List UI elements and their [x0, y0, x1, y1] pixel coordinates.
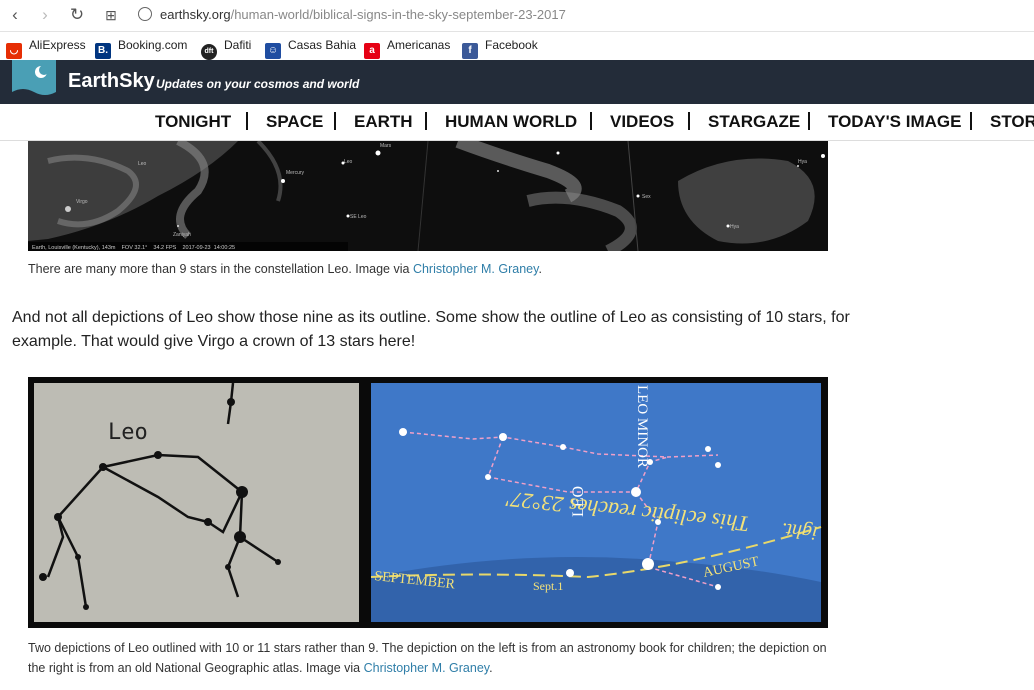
sky-label: Mars: [380, 143, 392, 149]
figure-leo-comparison: Leo LEO LEO MINOR This ecliptic reaches …: [28, 377, 828, 628]
sky-label: Zaniyah: [173, 232, 191, 238]
leo-comparison-image: Leo LEO LEO MINOR This ecliptic reaches …: [34, 382, 822, 622]
nav-divider: [334, 112, 336, 130]
sky-label: Hya: [798, 159, 807, 165]
americanas-icon: a: [364, 43, 380, 59]
apps-grid-icon[interactable]: ⊞: [100, 4, 122, 26]
browser-toolbar: ‹ › ↻ ⊞ earthsky.org/human-world/biblica…: [0, 0, 1034, 32]
sky-label: SE Leo: [350, 214, 367, 220]
sky-label: Leo: [138, 161, 147, 167]
nav-videos[interactable]: VIDEOS: [610, 112, 674, 132]
sky-label: Hya: [730, 224, 739, 230]
forward-icon[interactable]: ›: [34, 4, 56, 26]
nav-human-world[interactable]: HUMAN WORLD: [445, 112, 577, 132]
moon-logo-icon: [12, 65, 56, 104]
article-paragraph: And not all depictions of Leo show those…: [12, 309, 850, 350]
casas-bahia-icon: ☺: [265, 43, 281, 59]
nav-stargaze[interactable]: STARGAZE: [708, 112, 800, 132]
back-icon[interactable]: ‹: [4, 4, 26, 26]
atlas-light-label: ight.: [780, 518, 818, 544]
nav-space[interactable]: SPACE: [266, 112, 323, 132]
main-nav: TONIGHT SPACE EARTH HUMAN WORLD VIDEOS S…: [0, 104, 1034, 141]
sky-chart-image: Leo Mercury Mars Leo Sex Hya SE Leo Zani…: [28, 141, 825, 251]
earthsky-logo[interactable]: [12, 60, 56, 104]
nav-stories[interactable]: STOR: [990, 112, 1034, 132]
caption-link-graney[interactable]: Christopher M. Graney: [413, 262, 539, 276]
url-text: earthsky.org/human-world/biblical-signs-…: [160, 7, 566, 22]
atlas-leo-minor-label: LEO MINOR: [634, 385, 650, 468]
bookmark-dafiti[interactable]: dft Dafiti: [201, 38, 251, 60]
bookmark-facebook[interactable]: f Facebook: [462, 38, 538, 59]
sky-label: Leo: [344, 159, 353, 165]
site-name[interactable]: EarthSky: [68, 70, 155, 93]
figure1-caption: There are many more than 9 stars in the …: [28, 262, 542, 276]
bookmark-casas-bahia[interactable]: ☺ Casas Bahia: [265, 38, 356, 59]
caption-link-graney[interactable]: Christopher M. Graney: [364, 661, 490, 675]
sky-status-text: Earth, Louisville (Kentucky), 143m FOV 3…: [32, 245, 235, 251]
bookmark-americanas[interactable]: a Americanas: [364, 38, 450, 59]
nav-tonight[interactable]: TONIGHT: [155, 112, 231, 132]
figure2-caption: Two depictions of Leo outlined with 10 o…: [28, 641, 827, 675]
aliexpress-icon: ◡: [6, 43, 22, 59]
dafiti-icon: dft: [201, 44, 217, 60]
bookmark-booking[interactable]: B. Booking.com: [95, 38, 187, 59]
reload-icon[interactable]: ↻: [66, 4, 88, 26]
nav-divider: [970, 112, 972, 130]
booking-icon: B.: [95, 43, 111, 59]
sky-label: Virgo: [76, 199, 88, 205]
sky-label: Sex: [642, 194, 651, 200]
nav-todays-image[interactable]: TODAY'S IMAGE: [828, 112, 961, 132]
globe-icon: [138, 7, 152, 21]
nav-divider: [425, 112, 427, 130]
nav-divider: [808, 112, 810, 130]
leo-book-label: Leo: [108, 420, 148, 445]
address-bar[interactable]: earthsky.org/human-world/biblical-signs-…: [132, 3, 1032, 27]
sky-label: Mercury: [286, 170, 305, 176]
bookmarks-bar: ◡ AliExpress B. Booking.com dft Dafiti ☺ Cas…: [0, 32, 1034, 60]
bookmark-aliexpress[interactable]: ◡ AliExpress: [6, 38, 86, 59]
nav-divider: [246, 112, 248, 130]
nav-divider: [688, 112, 690, 130]
nav-earth[interactable]: EARTH: [354, 112, 413, 132]
atlas-sept1-label: Sept.1: [533, 579, 563, 593]
facebook-icon: f: [462, 43, 478, 59]
site-tagline: Updates on your cosmos and world: [156, 77, 360, 91]
nav-divider: [590, 112, 592, 130]
site-header: EarthSky Updates on your cosmos and worl…: [0, 60, 1034, 104]
figure-sky-chart: Leo Mercury Mars Leo Sex Hya SE Leo Zani…: [28, 141, 828, 251]
